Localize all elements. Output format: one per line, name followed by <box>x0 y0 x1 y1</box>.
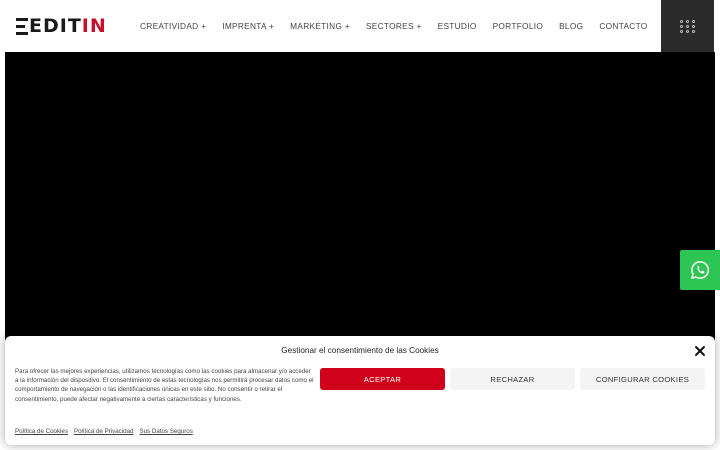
nav-item-estudio[interactable]: ESTUDIO <box>438 21 477 31</box>
privacy-policy-link[interactable]: Política de Privacidad <box>74 428 134 435</box>
grid-dots-icon <box>679 19 696 33</box>
whatsapp-button[interactable] <box>680 250 720 290</box>
close-icon[interactable] <box>694 345 706 357</box>
site-logo[interactable]: EDITIN <box>16 16 107 36</box>
nav-item-creatividad[interactable]: CREATIVIDAD + <box>140 21 206 31</box>
nav-item-imprenta[interactable]: IMPRENTA + <box>222 21 274 31</box>
reject-cookies-button[interactable]: RECHAZAR <box>450 368 575 390</box>
header-edge <box>714 0 720 52</box>
safe-data-link[interactable]: Sus Datos Seguros <box>139 428 192 435</box>
accept-cookies-button[interactable]: ACEPTAR <box>320 368 445 390</box>
logo-mark <box>16 17 28 35</box>
cookie-message: Para ofrecer las mejores experiencias, u… <box>15 368 314 403</box>
logo-text: EDITIN <box>29 16 107 36</box>
nav-item-portfolio[interactable]: PORTFOLIO <box>493 21 544 31</box>
nav-item-marketing[interactable]: MARKETING + <box>290 21 350 31</box>
nav-item-blog[interactable]: BLOG <box>559 21 583 31</box>
site-header: EDITIN CREATIVIDAD + IMPRENTA + MARKETIN… <box>0 0 720 52</box>
hero-video[interactable] <box>5 52 715 352</box>
main-nav: CREATIVIDAD + IMPRENTA + MARKETING + SEC… <box>140 0 648 52</box>
side-menu-button[interactable] <box>661 0 714 52</box>
nav-item-sectores[interactable]: SECTORES + <box>366 21 422 31</box>
logo-text-red: IN <box>81 15 107 37</box>
configure-cookies-button[interactable]: CONFIGURAR COOKIES <box>580 368 705 390</box>
cookie-consent-banner: Gestionar el consentimiento de las Cooki… <box>5 336 715 445</box>
cookie-policy-links: Política de Cookies Política de Privacid… <box>15 428 199 435</box>
cookie-policy-link[interactable]: Política de Cookies <box>15 428 68 435</box>
cookie-title: Gestionar el consentimiento de las Cooki… <box>281 346 439 355</box>
nav-item-contacto[interactable]: CONTACTO <box>599 21 647 31</box>
whatsapp-icon <box>691 261 709 279</box>
logo-text-dark: EDIT <box>29 15 82 37</box>
